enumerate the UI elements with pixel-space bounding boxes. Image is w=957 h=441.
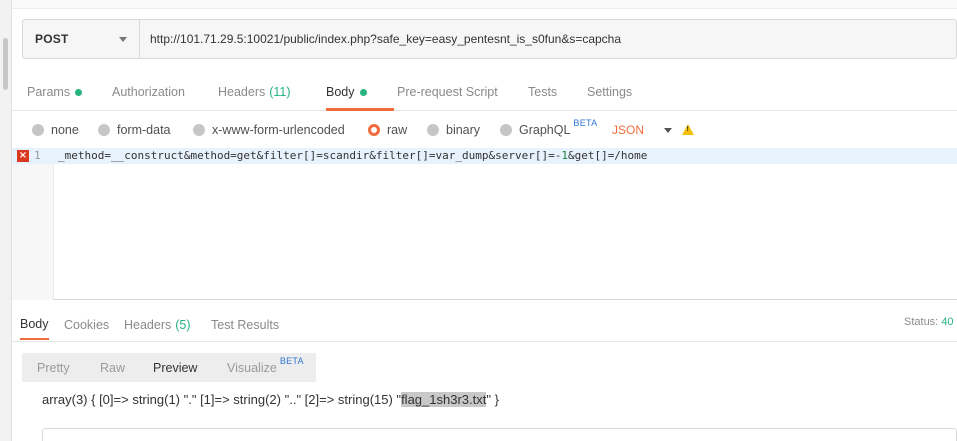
body-type-none[interactable]: none [32,118,79,142]
view-tab-raw-label: Raw [100,360,126,375]
chevron-down-icon [664,127,673,133]
method-select[interactable]: POST [23,20,140,58]
request-url-bar: POST http://101.71.29.5:10021/public/ind… [22,19,957,59]
response-tab-headers[interactable]: Headers (5) [124,310,191,340]
tab-settings[interactable]: Settings [587,73,632,111]
tab-body-label: Body [326,85,355,99]
raw-format-select[interactable]: JSON [612,118,673,142]
tab-tests[interactable]: Tests [528,73,557,111]
status-code[interactable]: 40 [941,316,953,328]
headers-count: (11) [269,85,291,99]
body-type-options: none form-data x-www-form-urlencoded raw… [12,118,957,142]
view-tab-preview-label: Preview [153,360,198,375]
graphql-beta-badge: BETA [573,118,598,128]
chevron-down-icon [119,36,127,42]
tab-params-label: Params [27,85,71,99]
response-tab-cookies-label: Cookies [64,318,110,332]
response-tab-test-results[interactable]: Test Results [211,310,279,340]
response-status: Status: 40 [904,316,954,328]
active-tab-underline [326,108,394,111]
tab-authorization[interactable]: Authorization [112,73,185,111]
tab-headers-label: Headers [218,85,266,99]
left-scrollbar[interactable] [0,0,12,441]
view-tab-preview[interactable]: Preview [153,353,197,382]
response-tab-body[interactable]: Body [20,310,49,340]
visualize-beta-badge: BETA [279,355,304,366]
view-tab-pretty-label: Pretty [37,360,70,375]
code-segment: _method=__construct&method=get&filter[]=… [58,149,562,162]
status-label: Status: [904,316,939,328]
view-tab-raw[interactable]: Raw [100,353,125,382]
body-type-urlencoded-label: x-www-form-urlencoded [212,123,345,137]
tab-body[interactable]: Body [326,73,367,111]
body-type-none-label: none [51,123,79,137]
params-indicator-dot [75,88,83,96]
body-type-raw[interactable]: raw [368,118,407,142]
radio-raw-selected[interactable] [368,124,380,136]
body-type-form-data-label: form-data [117,123,171,137]
request-tabs: Params Authorization Headers (11) Body P… [12,73,957,111]
response-tab-headers-label: Headers [124,318,172,332]
tab-params[interactable]: Params [27,73,83,111]
body-type-raw-label: raw [387,123,408,137]
tab-pre-request-label: Pre-request Script [397,85,498,99]
response-view-tabs: Pretty Raw Preview Visualize BETA [22,353,316,382]
radio-binary[interactable] [427,124,439,136]
response-text-segment: array(3) { [0]=> string(1) "." [1]=> str… [42,392,402,407]
body-type-urlencoded[interactable]: x-www-form-urlencoded [193,118,345,142]
body-type-binary[interactable]: binary [427,118,480,142]
body-indicator-dot [359,88,367,96]
response-headers-count: (5) [175,318,191,332]
method-label: POST [35,32,69,46]
error-marker-icon[interactable]: × [17,150,29,162]
tab-pre-request-script[interactable]: Pre-request Script [397,73,498,111]
response-tab-test-results-label: Test Results [211,318,280,332]
tab-settings-label: Settings [587,85,633,99]
raw-format-label: JSON [612,123,645,137]
view-tab-visualize-label: Visualize [227,360,277,375]
url-input[interactable]: http://101.71.29.5:10021/public/index.ph… [140,20,956,58]
response-preview-text[interactable]: array(3) { [0]=> string(1) "." [1]=> str… [42,392,499,407]
view-tab-pretty[interactable]: Pretty [37,353,70,382]
top-edge [12,0,957,9]
scrollbar-thumb[interactable] [3,38,8,90]
view-tab-visualize[interactable]: Visualize BETA [227,353,304,382]
editor-code[interactable]: _method=__construct&method=get&filter[]=… [58,149,647,162]
radio-graphql[interactable] [500,124,512,136]
response-tab-body-label: Body [20,317,49,331]
radio-form-data[interactable] [98,124,110,136]
body-type-binary-label: binary [446,123,481,137]
body-type-graphql[interactable]: GraphQL BETA [500,118,597,142]
code-number: 1 [561,149,568,162]
response-text-segment: " } [486,392,499,407]
tab-authorization-label: Authorization [112,85,185,99]
code-segment: &get[]=/home [567,149,648,162]
body-type-form-data[interactable]: form-data [98,118,171,142]
line-number: 1 [34,149,41,162]
response-bottom-panel [42,428,957,441]
response-tabs: Body Cookies Headers (5) Test Results St… [12,310,957,342]
body-type-graphql-label: GraphQL [519,123,571,137]
response-highlight: flag_1sh3r3.txt [401,392,487,407]
response-tab-cookies[interactable]: Cookies [64,310,109,340]
radio-urlencoded[interactable] [193,124,205,136]
warning-icon[interactable]: ! [682,124,694,135]
radio-none[interactable] [32,124,44,136]
editor-gutter [12,148,54,300]
body-editor[interactable]: × 1 _method=__construct&method=get&filte… [12,148,957,300]
tab-headers[interactable]: Headers (11) [218,73,291,111]
tab-tests-label: Tests [528,85,558,99]
